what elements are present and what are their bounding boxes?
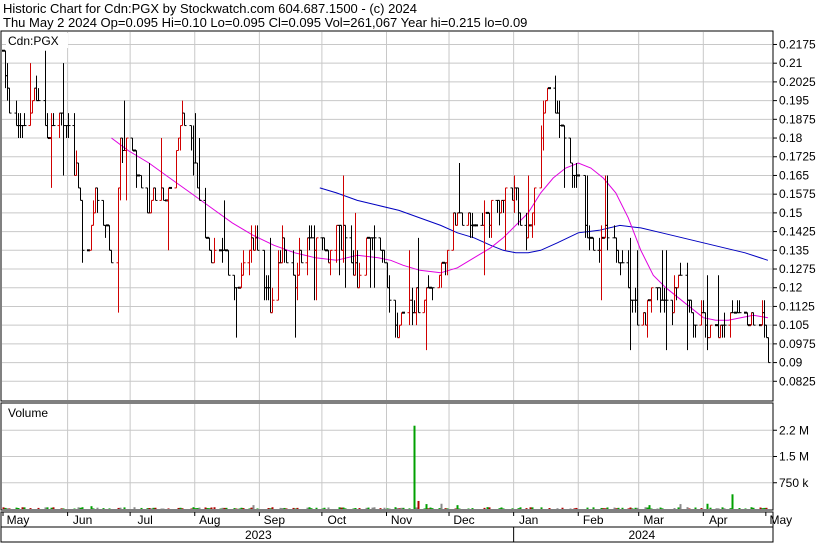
month-label: Feb bbox=[583, 513, 604, 527]
price-tick-label: 0.18 bbox=[779, 131, 803, 145]
price-tick-label: 0.2025 bbox=[779, 75, 816, 89]
month-label: May bbox=[769, 513, 792, 527]
price-tick-label: 0.1875 bbox=[779, 112, 816, 126]
month-label: Aug bbox=[199, 513, 220, 527]
month-label: Dec bbox=[453, 513, 474, 527]
month-label: Jan bbox=[519, 513, 538, 527]
volume-tick-label: 1.5 M bbox=[779, 450, 809, 464]
price-tick-label: 0.1425 bbox=[779, 225, 816, 239]
price-tick-label: 0.2175 bbox=[779, 37, 816, 51]
chart-header-line2: Thu May 2 2024 Op=0.095 Hi=0.10 Lo=0.095… bbox=[3, 15, 527, 30]
volume-tick-label: 2.2 M bbox=[779, 423, 809, 437]
price-panel-label: Cdn:PGX bbox=[8, 34, 59, 48]
chart-header-line1: Historic Chart for Cdn:PGX by Stockwatch… bbox=[3, 1, 417, 16]
price-axis: 0.0825 0.09 0.0975 0.105 0.1125 0.12 0.1275 0.1… bbox=[773, 37, 816, 388]
month-label: Nov bbox=[391, 513, 412, 527]
year-axis-frame bbox=[0, 526, 774, 543]
month-label: Jul bbox=[137, 513, 152, 527]
price-tick-label: 0.0975 bbox=[779, 337, 816, 351]
price-tick-label: 0.09 bbox=[779, 356, 803, 370]
year-axis: 2023 2024 bbox=[245, 527, 655, 542]
volume-tick-label: 750 k bbox=[779, 476, 809, 490]
month-label: Sep bbox=[264, 513, 286, 527]
price-tick-label: 0.195 bbox=[779, 94, 809, 108]
stock-chart: Historic Chart for Cdn:PGX by Stockwatch… bbox=[0, 1, 816, 543]
month-label: Apr bbox=[709, 513, 728, 527]
month-label: Oct bbox=[328, 513, 347, 527]
month-label: Jun bbox=[73, 513, 92, 527]
price-tick-label: 0.1725 bbox=[779, 150, 816, 164]
price-tick-label: 0.1575 bbox=[779, 187, 816, 201]
price-tick-label: 0.1125 bbox=[779, 299, 815, 313]
price-tick-label: 0.0825 bbox=[779, 374, 816, 388]
price-tick-label: 0.1275 bbox=[779, 262, 816, 276]
price-tick-label: 0.165 bbox=[779, 168, 809, 182]
year-label: 2024 bbox=[628, 528, 655, 542]
year-label: 2023 bbox=[245, 528, 272, 542]
price-tick-label: 0.15 bbox=[779, 206, 803, 220]
price-tick-label: 0.105 bbox=[779, 318, 809, 332]
price-tick-label: 0.21 bbox=[779, 56, 803, 70]
month-axis: May Jun Jul Aug Sep Oct Nov Dec Jan Feb Mar Apr May bbox=[2, 512, 792, 527]
volume-panel-label: Volume bbox=[8, 406, 48, 420]
month-label: May bbox=[7, 513, 30, 527]
month-label: Mar bbox=[643, 513, 664, 527]
volume-axis: 750 k 1.5 M 2.2 M bbox=[773, 423, 809, 490]
price-tick-label: 0.12 bbox=[779, 281, 803, 295]
price-tick-label: 0.135 bbox=[779, 243, 809, 257]
